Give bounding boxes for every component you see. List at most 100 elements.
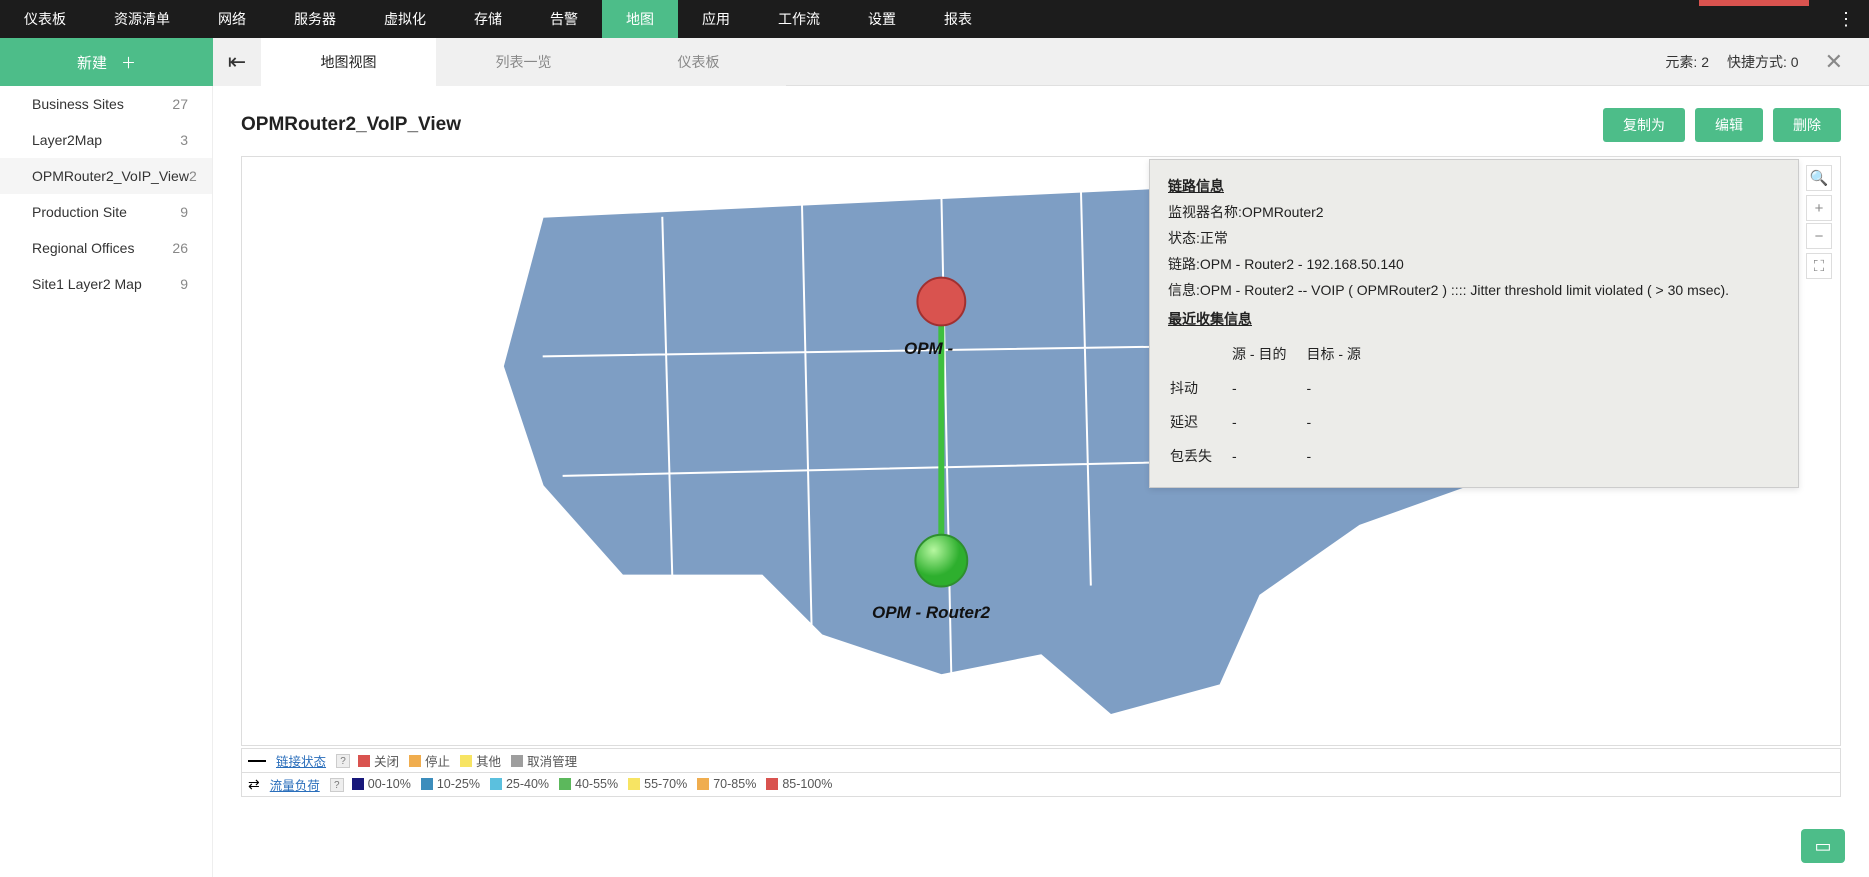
swatch-icon xyxy=(559,778,571,790)
legend-item: 40-55% xyxy=(559,777,618,791)
nav-item-网络[interactable]: 网络 xyxy=(194,0,270,38)
status-row: 状态:正常 xyxy=(1168,226,1780,252)
node1-label: OPM - xyxy=(904,339,953,359)
help-icon[interactable]: ? xyxy=(336,754,350,768)
page-title: OPMRouter2_VoIP_View xyxy=(241,114,461,136)
nav-item-资源清单[interactable]: 资源清单 xyxy=(90,0,194,38)
sidebar-label: Layer2Map xyxy=(32,132,102,148)
sidebar-item[interactable]: OPMRouter2_VoIP_View2 xyxy=(0,158,212,194)
fullscreen-icon[interactable]: ⛶ xyxy=(1806,253,1832,279)
arrow-icon: ⇄ xyxy=(248,776,260,793)
new-button[interactable]: 新建 ＋ xyxy=(0,38,213,86)
sidebar-label: OPMRouter2_VoIP_View xyxy=(32,168,189,184)
legend-item: 10-25% xyxy=(421,777,480,791)
legend-traffic-title[interactable]: 流量负荷 xyxy=(268,775,322,794)
nav-item-报表[interactable]: 报表 xyxy=(920,0,996,38)
swatch-icon xyxy=(460,755,472,767)
swatch-icon xyxy=(511,755,523,767)
nav-item-告警[interactable]: 告警 xyxy=(526,0,602,38)
metrics-table: 源 - 目的目标 - 源 抖动--延迟--包丢失-- xyxy=(1168,337,1381,475)
sidebar-item[interactable]: Business Sites 27 xyxy=(0,86,212,122)
nav-item-应用[interactable]: 应用 xyxy=(678,0,754,38)
legend-item: 取消管理 xyxy=(511,751,577,770)
view-tabs: 地图视图列表一览仪表板 xyxy=(261,38,786,86)
swatch-icon xyxy=(352,778,364,790)
metrics-row: 包丢失-- xyxy=(1170,441,1379,473)
popup-header-link: 链路信息 xyxy=(1168,174,1780,200)
zoom-out-button[interactable]: − xyxy=(1806,223,1832,249)
sidebar-item[interactable]: Production Site 9 xyxy=(0,194,212,230)
search-icon[interactable]: 🔍 xyxy=(1806,165,1832,191)
sidebar-count: 3 xyxy=(180,132,188,148)
nav-item-设置[interactable]: 设置 xyxy=(844,0,920,38)
close-icon[interactable]: ✕ xyxy=(1817,49,1851,75)
copy-as-button[interactable]: 复制为 xyxy=(1603,108,1685,142)
help-icon[interactable]: ? xyxy=(330,778,344,792)
monitor-row: 监视器名称:OPMRouter2 xyxy=(1168,200,1780,226)
sidebar-label: Business Sites xyxy=(32,96,124,112)
node2-label: OPM - Router2 xyxy=(872,603,990,623)
sidebar-count: 2 xyxy=(189,168,197,184)
metrics-row: 延迟-- xyxy=(1170,407,1379,439)
kebab-menu-icon[interactable]: ⋮ xyxy=(1823,9,1869,30)
swatch-icon xyxy=(628,778,640,790)
collapse-sidebar-icon[interactable]: ⇤ xyxy=(213,38,261,86)
sidebar-item[interactable]: Site1 Layer2 Map 9 xyxy=(0,266,212,302)
zoom-in-button[interactable]: + xyxy=(1806,195,1832,221)
top-nav: 仪表板资源清单网络服务器虚拟化存储告警地图应用工作流设置报表 ⋮ xyxy=(0,0,1869,38)
view-tab[interactable]: 地图视图 xyxy=(261,38,436,86)
legend-item: 55-70% xyxy=(628,777,687,791)
view-tab[interactable]: 仪表板 xyxy=(611,38,786,86)
delete-button[interactable]: 删除 xyxy=(1773,108,1841,142)
node-red[interactable] xyxy=(917,278,965,326)
plus-icon: ＋ xyxy=(121,52,136,73)
metrics-row: 抖动-- xyxy=(1170,373,1379,405)
sidebar-item[interactable]: Regional Offices 26 xyxy=(0,230,212,266)
legend: 链接状态 ? 关闭停止其他取消管理 ⇄ 流量负荷 ? 00-10%10-25%2… xyxy=(241,748,1841,797)
sidebar-label: Production Site xyxy=(32,204,127,220)
nav-item-服务器[interactable]: 服务器 xyxy=(270,0,360,38)
export-button[interactable]: ▭ xyxy=(1801,829,1845,863)
title-actions: 复制为 编辑 删除 xyxy=(1603,108,1841,142)
nav-item-存储[interactable]: 存储 xyxy=(450,0,526,38)
legend-link-status-title[interactable]: 链接状态 xyxy=(274,751,328,770)
alert-indicator xyxy=(1699,0,1809,6)
toolbar: 新建 ＋ ⇤ 地图视图列表一览仪表板 元素: 2 快捷方式: 0 ✕ xyxy=(0,38,1869,86)
sidebar-count: 9 xyxy=(180,204,188,220)
swatch-icon xyxy=(766,778,778,790)
swatch-icon xyxy=(490,778,502,790)
sidebar-label: Regional Offices xyxy=(32,240,134,256)
element-count: 元素: 2 xyxy=(1665,52,1709,72)
legend-item: 85-100% xyxy=(766,777,832,791)
title-row: OPMRouter2_VoIP_View 复制为 编辑 删除 xyxy=(213,86,1869,156)
link-info-popup: 链路信息 监视器名称:OPMRouter2 状态:正常 链路:OPM - Rou… xyxy=(1149,159,1799,488)
legend-item: 关闭 xyxy=(358,751,399,770)
popup-header-recent: 最近收集信息 xyxy=(1168,307,1780,333)
edit-button[interactable]: 编辑 xyxy=(1695,108,1763,142)
nav-item-虚拟化[interactable]: 虚拟化 xyxy=(360,0,450,38)
sidebar-count: 27 xyxy=(172,96,188,112)
nav-item-仪表板[interactable]: 仪表板 xyxy=(0,0,90,38)
legend-item: 00-10% xyxy=(352,777,411,791)
sidebar: Business Sites 27 Layer2Map 3 OPMRouter2_VoI… xyxy=(0,86,213,877)
legend-item: 其他 xyxy=(460,751,501,770)
nav-item-工作流[interactable]: 工作流 xyxy=(754,0,844,38)
nav-item-地图[interactable]: 地图 xyxy=(602,0,678,38)
sidebar-item[interactable]: Layer2Map 3 xyxy=(0,122,212,158)
view-tab[interactable]: 列表一览 xyxy=(436,38,611,86)
new-label: 新建 xyxy=(77,52,107,73)
summary-info: 元素: 2 快捷方式: 0 ✕ xyxy=(1647,38,1869,85)
line-icon xyxy=(248,760,266,762)
sidebar-label: Site1 Layer2 Map xyxy=(32,276,142,292)
swatch-icon xyxy=(421,778,433,790)
swatch-icon xyxy=(358,755,370,767)
shortcut-count: 快捷方式: 0 xyxy=(1727,52,1799,72)
sidebar-count: 26 xyxy=(172,240,188,256)
node-green[interactable] xyxy=(915,535,967,587)
info-row: 信息:OPM - Router2 -- VOIP ( OPMRouter2 ) … xyxy=(1168,278,1780,304)
col-dst-src: 目标 - 源 xyxy=(1306,339,1378,371)
map-area[interactable]: OPM - OPM - Router2 🔍 + − ⛶ 链路信息 监视器名称:O… xyxy=(241,156,1841,746)
legend-traffic-row: ⇄ 流量负荷 ? 00-10%10-25%25-40%40-55%55-70%7… xyxy=(241,773,1841,797)
legend-item: 70-85% xyxy=(697,777,756,791)
sidebar-count: 9 xyxy=(180,276,188,292)
